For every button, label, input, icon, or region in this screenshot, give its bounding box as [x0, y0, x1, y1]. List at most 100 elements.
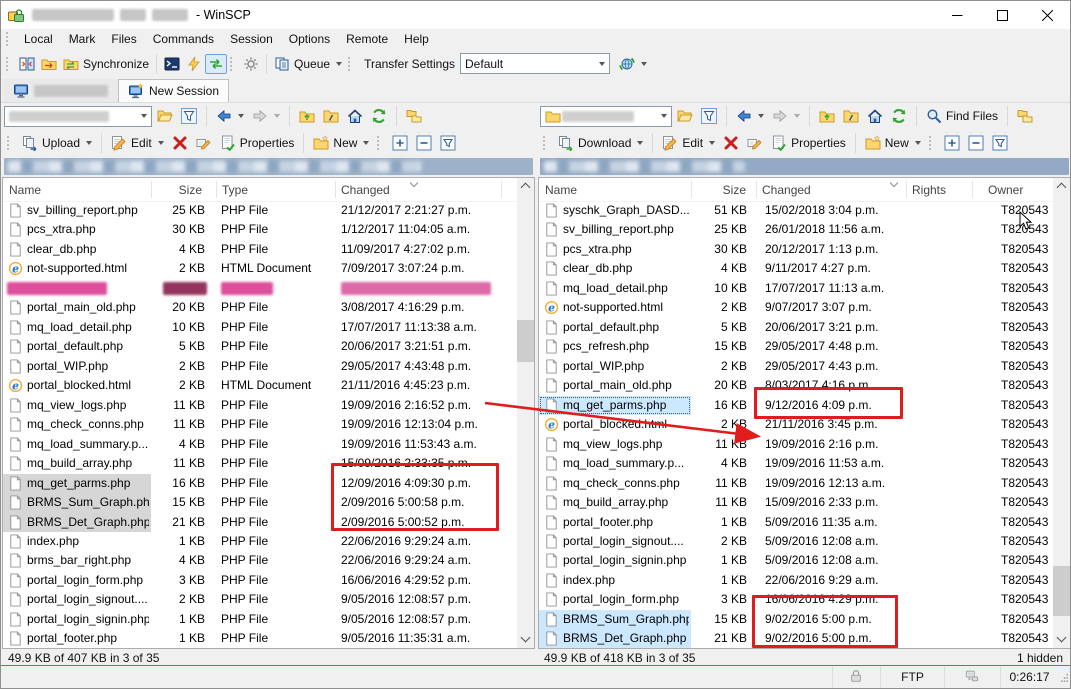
menu-remote[interactable]: Remote — [338, 30, 396, 48]
column-header-rights[interactable]: Rights — [906, 178, 972, 201]
delete-button[interactable] — [169, 133, 191, 153]
server-cell[interactable] — [944, 666, 1000, 688]
protocol-cell[interactable]: FTP — [880, 666, 944, 688]
back-button[interactable] — [213, 106, 247, 126]
session-tab-current[interactable] — [3, 79, 118, 102]
local-path-bar[interactable] — [4, 158, 533, 175]
file-row[interactable]: portal_login_signout....2 KBPHP File9/05… — [3, 590, 517, 609]
parent-directory-button[interactable] — [296, 106, 318, 126]
synchronize-remote-button[interactable] — [38, 54, 60, 74]
root-directory-button[interactable] — [320, 106, 342, 126]
find-files-button[interactable]: Find Files — [923, 106, 1001, 126]
scroll-up-button[interactable] — [517, 178, 534, 195]
edit-button[interactable]: Edit — [659, 133, 718, 153]
select-plus-button[interactable] — [389, 133, 411, 153]
file-row[interactable]: mq_load_detail.php10 KB17/07/2017 11:13 … — [539, 279, 1053, 298]
properties-button[interactable]: Properties — [217, 133, 298, 153]
file-row[interactable]: portal_WIP.php2 KB29/05/2017 4:43 p.m.T8… — [539, 357, 1053, 376]
file-row[interactable]: enot-supported.html2 KBHTML Document7/09… — [3, 259, 517, 278]
scrollbar-thumb[interactable] — [1053, 566, 1070, 616]
root-directory-button[interactable] — [840, 106, 862, 126]
file-row[interactable]: BRMS_Det_Graph.php21 KB9/02/2016 5:00 p.… — [539, 629, 1053, 648]
file-row[interactable]: mq_get_parms.php16 KB9/12/2016 4:09 p.m.… — [539, 396, 1053, 415]
column-header-name[interactable]: Name — [3, 178, 151, 201]
file-row[interactable]: portal_footer.php1 KBPHP File9/05/2016 1… — [3, 629, 517, 648]
file-row[interactable]: portal_default.php5 KB20/06/2017 3:21 p.… — [539, 318, 1053, 337]
session-duration-cell[interactable]: 0:26:17 — [1000, 666, 1058, 688]
synchronize-button[interactable]: Synchronize — [60, 54, 152, 74]
refresh-button[interactable] — [368, 106, 390, 126]
preferences-button[interactable] — [240, 54, 262, 74]
scroll-down-button[interactable] — [1053, 631, 1070, 648]
open-directory-button[interactable] — [154, 106, 176, 126]
file-row[interactable]: portal_main_old.php20 KB8/03/2017 4:16 p… — [539, 376, 1053, 395]
menu-options[interactable]: Options — [281, 30, 338, 48]
rename-button[interactable] — [744, 133, 766, 153]
file-row[interactable]: eportal_blocked.html2 KBHTML Document21/… — [3, 376, 517, 395]
file-row[interactable] — [3, 279, 517, 298]
file-row[interactable]: BRMS_Sum_Graph.php15 KB9/02/2016 5:00 p.… — [539, 610, 1053, 629]
transfer-settings-combobox[interactable]: Default — [460, 53, 610, 74]
file-row[interactable]: index.php1 KBPHP File22/06/2016 9:29:24 … — [3, 532, 517, 551]
select-minus-button[interactable] — [965, 133, 987, 153]
local-scrollbar[interactable] — [517, 178, 534, 648]
scroll-up-button[interactable] — [1053, 178, 1070, 195]
file-row[interactable]: sv_billing_report.php25 KBPHP File21/12/… — [3, 201, 517, 220]
column-header-type[interactable]: Type — [216, 178, 335, 201]
download-button[interactable]: Download — [555, 133, 646, 153]
menu-local[interactable]: Local — [16, 30, 61, 48]
file-row[interactable]: portal_login_form.php3 KB16/06/2016 4:29… — [539, 590, 1053, 609]
select-plus-button[interactable] — [941, 133, 963, 153]
resize-grip[interactable] — [1058, 666, 1070, 688]
transfer-options-button[interactable] — [616, 54, 650, 74]
new-button[interactable]: New — [310, 133, 372, 153]
column-header-size[interactable]: Size — [691, 178, 752, 201]
file-row[interactable]: portal_main_old.php20 KBPHP File3/08/201… — [3, 298, 517, 317]
remote-path-bar[interactable] — [540, 158, 1069, 175]
queue-button[interactable]: Queue — [271, 54, 345, 74]
home-directory-button[interactable] — [864, 106, 886, 126]
encryption-status-cell[interactable] — [832, 666, 880, 688]
file-row[interactable]: BRMS_Det_Graph.php21 KBPHP File2/09/2016… — [3, 513, 517, 532]
file-row[interactable]: pcs_xtra.php30 KBPHP File1/12/2017 11:04… — [3, 220, 517, 239]
select-filter-button[interactable] — [989, 133, 1011, 153]
file-row[interactable]: portal_WIP.php2 KBPHP File29/05/2017 4:4… — [3, 357, 517, 376]
open-putty-button[interactable] — [183, 54, 205, 74]
file-row[interactable]: mq_view_logs.php11 KBPHP File19/09/2016 … — [3, 396, 517, 415]
file-row[interactable]: pcs_refresh.php15 KB29/05/2017 4:48 p.m.… — [539, 337, 1053, 356]
column-header-name[interactable]: Name — [539, 178, 691, 201]
parent-directory-button[interactable] — [816, 106, 838, 126]
new-session-tab[interactable]: New Session — [118, 79, 229, 102]
properties-button[interactable]: Properties — [768, 133, 849, 153]
file-row[interactable]: mq_get_parms.php16 KBPHP File12/09/2016 … — [3, 474, 517, 493]
file-row[interactable]: eportal_blocked.html2 KB21/11/2016 3:45 … — [539, 415, 1053, 434]
file-row[interactable]: portal_default.php5 KBPHP File20/06/2017… — [3, 337, 517, 356]
forward-button[interactable] — [249, 106, 283, 126]
select-minus-button[interactable] — [413, 133, 435, 153]
edit-button[interactable]: Edit — [108, 133, 167, 153]
back-button[interactable] — [733, 106, 767, 126]
file-row[interactable]: mq_check_conns.php11 KB19/09/2016 12:13 … — [539, 474, 1053, 493]
synchronize-browsing-toggle[interactable] — [205, 54, 227, 74]
minimize-button[interactable] — [935, 1, 980, 29]
column-header-size[interactable]: Size — [151, 178, 208, 201]
file-row[interactable]: enot-supported.html2 KB9/07/2017 3:07 p.… — [539, 298, 1053, 317]
maximize-button[interactable] — [980, 1, 1025, 29]
column-header-owner[interactable]: Owner — [982, 178, 1049, 201]
local-drive-combobox[interactable] — [4, 106, 152, 127]
upload-button[interactable]: Upload — [19, 133, 95, 153]
file-row[interactable]: index.php1 KB22/06/2016 9:29 a.m.T820543 — [539, 571, 1053, 590]
follow-symlinks-button[interactable] — [1014, 106, 1036, 126]
scroll-down-button[interactable] — [517, 631, 534, 648]
rename-button[interactable] — [193, 133, 215, 153]
filter-button[interactable] — [178, 106, 200, 126]
file-row[interactable]: sv_billing_report.php25 KB26/01/2018 11:… — [539, 220, 1053, 239]
file-row[interactable]: mq_build_array.php11 KBPHP File15/09/201… — [3, 454, 517, 473]
open-directory-button[interactable] — [674, 106, 696, 126]
preferences-panels-button[interactable] — [16, 54, 38, 74]
file-row[interactable]: mq_build_array.php11 KB15/09/2016 2:33 p… — [539, 493, 1053, 512]
file-row[interactable]: mq_check_conns.php11 KBPHP File19/09/201… — [3, 415, 517, 434]
forward-button[interactable] — [769, 106, 803, 126]
delete-button[interactable] — [720, 133, 742, 153]
file-row[interactable]: mq_load_summary.p...4 KBPHP File19/09/20… — [3, 435, 517, 454]
